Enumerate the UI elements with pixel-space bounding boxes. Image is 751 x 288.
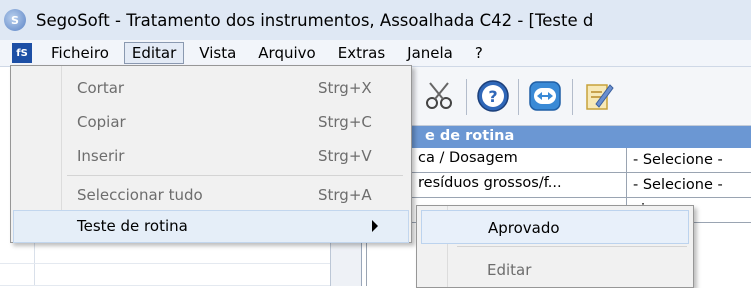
grid-header-label: e de rotina [425,128,515,144]
menu-item-label: Seleccionar tudo [77,186,203,204]
menu-item-copy[interactable]: Copiar Strg+C [13,106,409,138]
menu-item-label: Aprovado [488,219,560,237]
menu-item-shortcut: Strg+X [318,79,372,97]
menu-separator [457,246,687,247]
menu-item-insert[interactable]: Inserir Strg+V [13,140,409,172]
menu-item-label: Copiar [77,113,126,131]
menu-item-shortcut: Strg+C [318,113,372,131]
toolbar-separator [518,79,519,115]
submenu-arrow-icon [372,220,378,232]
routine-test-submenu: Aprovado Editar [416,205,694,288]
panel-row-line [0,263,330,264]
table-row[interactable]: ca / Dosagem - Selecione - [362,148,751,173]
toolbar-separator [466,79,467,115]
menu-item-shortcut: Strg+V [318,147,372,165]
menu-item-label: Editar [487,261,532,279]
menu-janela[interactable]: Janela [396,42,464,64]
grid-select-cell[interactable]: - Selecione - [626,148,751,172]
grid-cell: ca / Dosagem [418,150,518,166]
title-bar: S SegoSoft - Tratamento dos instrumentos… [0,0,751,40]
menu-item-routine-test[interactable]: Teste de rotina [13,210,409,243]
toolbar-separator [572,79,573,115]
menu-item-label: Teste de rotina [77,217,188,235]
grid-cell: resíduos grossos/f... [418,175,562,191]
toolbar: ? [362,67,751,126]
help-icon[interactable]: ? [476,79,510,113]
menu-item-select-all[interactable]: Seleccionar tudo Strg+A [13,179,409,211]
menu-separator [67,175,403,176]
window-title: SegoSoft - Tratamento dos instrumentos, … [36,10,594,30]
edit-document-icon[interactable] [582,79,616,113]
segosoft-app-icon[interactable]: S [4,9,26,31]
svg-text:?: ? [488,87,497,106]
menu-vista[interactable]: Vista [188,42,247,64]
menu-item-label: Inserir [77,147,125,165]
connect-icon[interactable] [528,79,562,113]
menu-ficheiro[interactable]: Ficheiro [40,42,120,64]
document-system-menu-icon[interactable]: fS [12,43,32,63]
cut-icon[interactable] [422,79,456,113]
menu-item-cut[interactable]: Cortar Strg+X [13,72,409,104]
menu-extras[interactable]: Extras [327,42,396,64]
menu-item-approved[interactable]: Aprovado [421,210,689,244]
menu-arquivo[interactable]: Arquivo [247,42,326,64]
menu-item-edit[interactable]: Editar [421,253,687,285]
menu-bar: fS Ficheiro Editar Vista Arquivo Extras … [0,40,751,67]
menu-editar[interactable]: Editar [123,42,185,64]
menu-item-label: Cortar [77,79,125,97]
menu-help[interactable]: ? [464,42,494,64]
grid-header: e de rotina [362,126,751,148]
menu-item-shortcut: Strg+A [318,186,372,204]
edit-menu-dropdown: Cortar Strg+X Copiar Strg+C Inserir Strg… [10,65,412,243]
grid-select-cell[interactable]: - Selecione - [626,173,751,197]
table-row[interactable]: resíduos grossos/f... - Selecione - [362,173,751,198]
